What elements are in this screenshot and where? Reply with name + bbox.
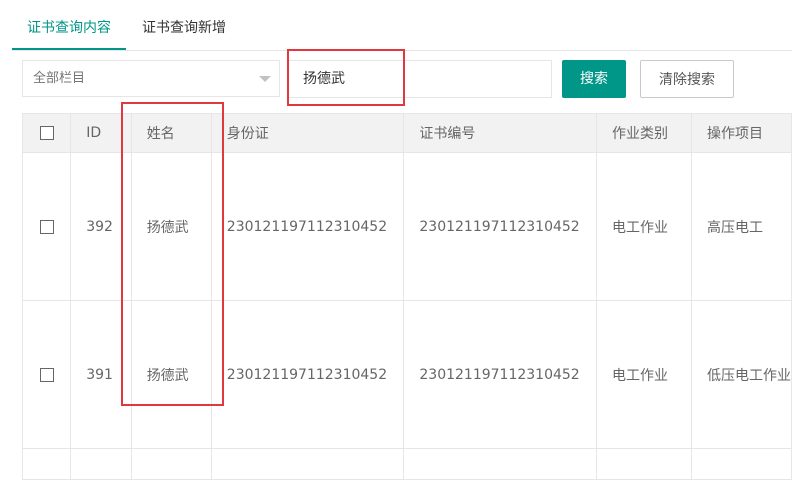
row-checkbox[interactable] [39,219,54,234]
cell-id-card: 230121197112310452 [210,300,405,449]
cell-id: 392 [70,152,132,301]
cell-operation: 低压电工作业 [690,300,792,449]
column-header-name[interactable]: 姓名 [130,113,212,153]
table-header-row: ID 姓名 身份证 证书编号 作业类别 操作项目 [21,113,792,153]
cell-name: 扬德武 [130,300,212,449]
column-header-work-type[interactable]: 作业类别 [595,113,692,153]
cell-work-type: 电工作业 [595,152,692,301]
table-row: 392 扬德武 230121197112310452 2301211971123… [21,152,792,301]
select-all-checkbox[interactable] [39,126,54,140]
chevron-down-icon [259,76,271,82]
row-select-cell [21,152,72,301]
column-header-operation[interactable]: 操作项目 [690,113,792,153]
column-header-id-card[interactable]: 身份证 [210,113,405,153]
cell-work-type: 电工作业 [595,300,692,449]
column-header-cert-no[interactable]: 证书编号 [403,113,597,153]
cell-id-card: 230121197112310452 [210,152,405,301]
table-row: 391 扬德武 230121197112310452 2301211971123… [21,300,792,449]
cell-name: 扬德武 [130,152,212,301]
tab-cert-query-content[interactable]: 证书查询内容 [12,0,126,50]
row-checkbox[interactable] [39,367,54,382]
column-header-id[interactable]: ID [70,113,132,153]
cell-cert-no: 230121197112310452 [403,152,597,301]
table-row [21,448,792,480]
search-button[interactable]: 搜索 [562,60,626,98]
cell-cert-no: 230121197112310452 [403,300,597,449]
select-all-cell [21,113,72,153]
tab-cert-query-add[interactable]: 证书查询新增 [142,0,252,49]
row-select-cell [21,300,72,449]
category-select-value: 全部栏目 [33,71,86,86]
category-select[interactable]: 全部栏目 [22,60,280,97]
cell-id: 391 [70,300,132,449]
clear-search-button[interactable]: 清除搜索 [640,60,734,98]
results-table: ID 姓名 身份证 证书编号 作业类别 操作项目 392 扬德武 2301211… [21,113,792,480]
search-input[interactable]: 扬德武 [288,60,552,98]
tab-bar: 证书查询内容 证书查询新增 [12,0,792,51]
cell-operation: 高压电工 [690,152,792,301]
